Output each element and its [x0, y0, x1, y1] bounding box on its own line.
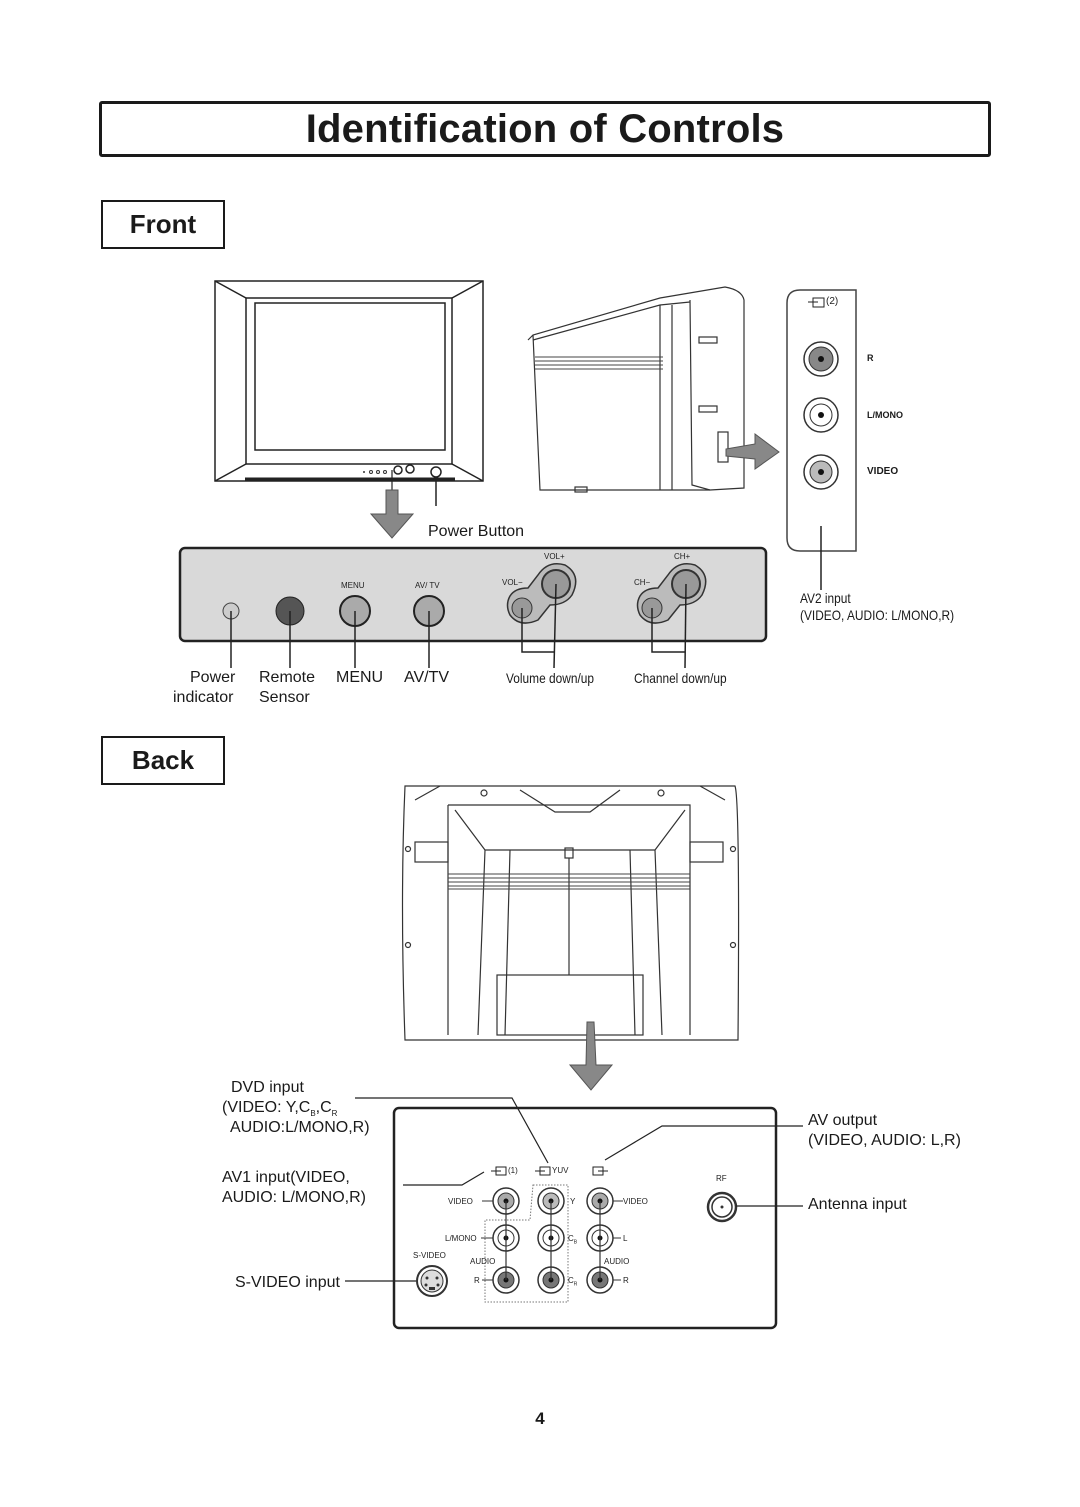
- callout-power-indicator-1: Power: [190, 669, 236, 686]
- tag-vol-plus: VOL+: [544, 552, 565, 561]
- callout-dvd-2-prefix: (VIDEO: Y,C: [222, 1099, 311, 1116]
- remote-sensor: [275, 596, 305, 626]
- out-label-audio: AUDIO: [604, 1257, 630, 1266]
- svideo-panel-label: S-VIDEO: [413, 1251, 446, 1260]
- yuv-label-cb-sub: B: [573, 1239, 578, 1246]
- avtv-button: [413, 595, 445, 627]
- yuv-label-y: Y: [570, 1197, 576, 1206]
- callout-av1-2: AUDIO: L/MONO,R): [222, 1189, 367, 1206]
- ch-plus-button: [671, 569, 701, 599]
- callout-av1-1: AV1 input(VIDEO,: [222, 1169, 350, 1186]
- vol-plus-button: [541, 569, 571, 599]
- rf-antenna-jack: [706, 1191, 738, 1223]
- section-label-front-text: Front: [129, 209, 197, 239]
- rca-jack-lmono: [803, 397, 839, 433]
- power-button-label: Power Button: [428, 523, 525, 540]
- av2-jack-label-lmono: L/MONO: [867, 410, 903, 420]
- out-label-video: VIDEO: [623, 1197, 648, 1206]
- av1-jacks: [481, 1187, 520, 1294]
- av1-input-icon: [495, 1166, 507, 1176]
- power-indicator-led: [222, 602, 240, 620]
- av2-input-tag: (2): [826, 296, 839, 307]
- arrow-right-icon: [725, 433, 780, 470]
- av-output-icon: [592, 1166, 604, 1176]
- callout-av-output-1: AV output: [808, 1112, 878, 1129]
- av1-label-audio: AUDIO: [470, 1257, 496, 1266]
- vol-minus-button: [511, 597, 533, 619]
- callout-remote-sensor-1: Remote: [259, 669, 316, 686]
- callout-dvd-3: AUDIO:L/MONO,R): [230, 1119, 370, 1136]
- av1-label-lmono: L/MONO: [445, 1234, 477, 1243]
- callout-dvd-1: DVD input: [231, 1079, 304, 1096]
- tag-menu: MENU: [341, 581, 365, 590]
- callout-antenna: Antenna input: [808, 1196, 907, 1213]
- section-label-back: Back: [101, 736, 225, 785]
- tag-ch-minus: CH−: [634, 578, 651, 587]
- callout-avtv: AV/TV: [404, 669, 450, 686]
- section-label-back-text: Back: [131, 745, 195, 775]
- ch-minus-button: [641, 597, 663, 619]
- yuv-jacks: [537, 1187, 565, 1294]
- out-label-r: R: [623, 1276, 629, 1285]
- av1-label-video: VIDEO: [448, 1197, 473, 1206]
- callout-power-indicator-2: indicator: [173, 689, 234, 706]
- svideo-jack: [416, 1265, 448, 1297]
- av-output-jacks: [586, 1187, 623, 1294]
- rca-jack-r: [803, 341, 839, 377]
- callout-av-output-2: (VIDEO, AUDIO: L,R): [808, 1132, 961, 1149]
- tag-yuv: YUV: [552, 1166, 569, 1175]
- callout-remote-sensor-2: Sensor: [259, 689, 310, 706]
- tag-av1: (1): [508, 1166, 518, 1175]
- tag-vol-minus: VOL−: [502, 578, 523, 587]
- callout-channel: Channel down/up: [634, 670, 727, 686]
- input-icon: [808, 297, 825, 308]
- rca-jack-video: [803, 454, 839, 490]
- yuv-label-cr-sub: R: [573, 1281, 578, 1288]
- tag-avtv: AV/ TV: [415, 581, 440, 590]
- av1-label-r: R: [474, 1276, 480, 1285]
- av2-jack-label-video: VIDEO: [867, 466, 899, 477]
- menu-button: [339, 595, 371, 627]
- section-label-front: Front: [101, 200, 225, 249]
- yuv-input-icon: [539, 1166, 551, 1176]
- av2-caption-line1: AV2 input: [800, 590, 851, 606]
- arrow-down-icon: [568, 1021, 614, 1091]
- av2-caption-line2: (VIDEO, AUDIO: L/MONO,R): [800, 607, 955, 623]
- yuv-label-cb: CB: [568, 1234, 577, 1246]
- out-label-l: L: [623, 1234, 628, 1243]
- page-title: Identification of Controls: [305, 106, 785, 151]
- callout-menu: MENU: [336, 669, 384, 686]
- av2-jack-label-r: R: [867, 353, 874, 363]
- callout-svideo: S-VIDEO input: [235, 1274, 340, 1291]
- arrow-down-icon: [369, 489, 415, 539]
- page-number: 4: [535, 1409, 545, 1428]
- tag-ch-plus: CH+: [674, 552, 691, 561]
- callout-dvd-2-sub-r: R: [331, 1109, 338, 1119]
- yuv-label-cr: CR: [568, 1276, 577, 1288]
- rf-label: RF: [716, 1174, 727, 1183]
- callout-volume: Volume down/up: [506, 670, 595, 686]
- callout-dvd-2-mid: ,C: [315, 1099, 332, 1116]
- page-title-box: Identification of Controls: [99, 101, 991, 157]
